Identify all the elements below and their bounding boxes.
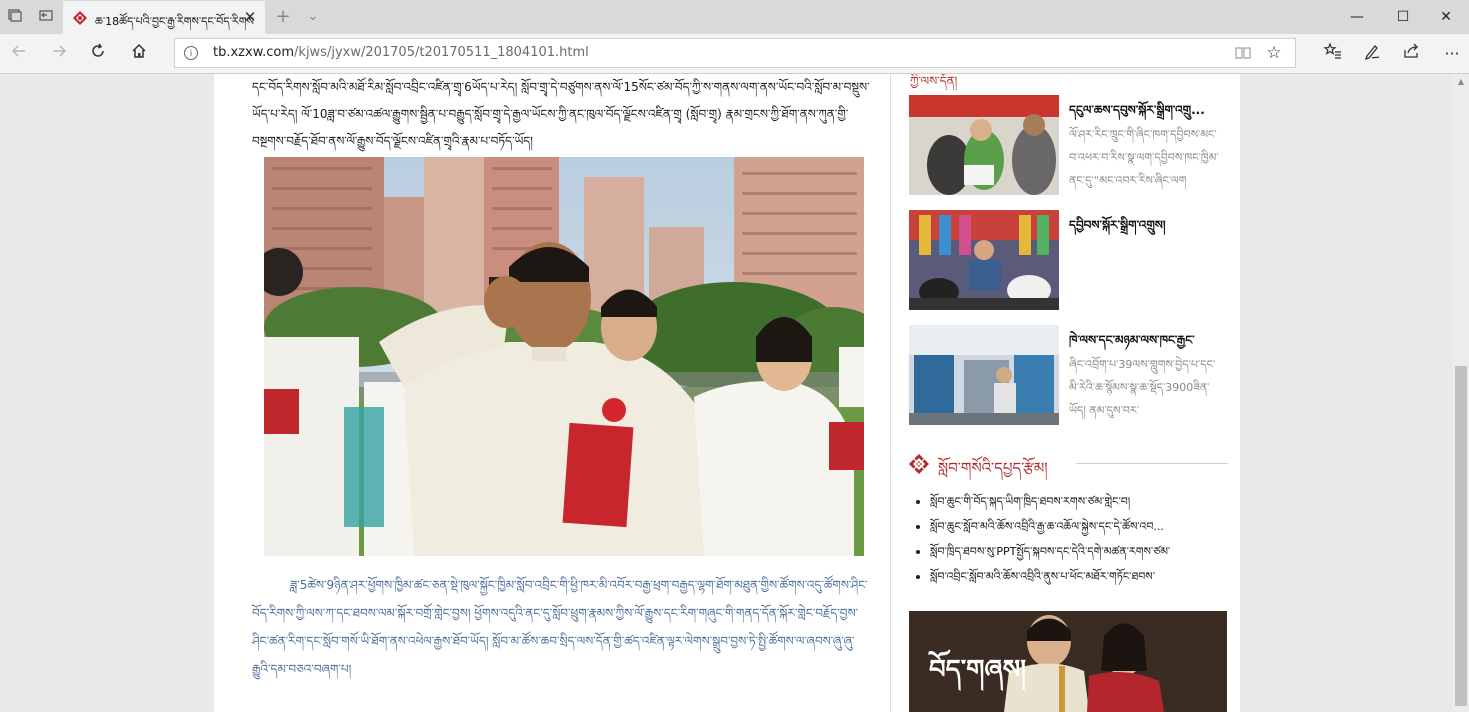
minimize-button[interactable]: — (1334, 0, 1380, 34)
article-photo (264, 157, 864, 556)
endless-knot-icon (908, 453, 930, 475)
promo-banner[interactable]: བོད་གཞས། (909, 611, 1227, 712)
section-rule (1076, 463, 1228, 464)
back-icon[interactable] (7, 42, 31, 66)
share-icon[interactable] (1399, 42, 1423, 66)
section-title[interactable]: སློབ་གསོའི་དཔྱད་རྩོམ། (938, 452, 1048, 494)
scrollbar-thumb[interactable] (1455, 366, 1467, 706)
news-thumbnail[interactable] (909, 95, 1059, 195)
reading-view-icon[interactable] (1235, 45, 1251, 61)
home-icon[interactable] (127, 42, 151, 66)
favorite-star-icon[interactable]: ☆ (1265, 44, 1283, 62)
article-paragraph-top: དང་བོད་རིགས་སློབ་མའི་མཐོ་རིམ་སློབ་འབྲིང་… (252, 80, 870, 148)
close-window-button[interactable]: ✕ (1423, 0, 1469, 34)
navigation-bar: i tb.xzxw.com/kjws/jyxw/201705/t20170511… (0, 34, 1469, 74)
bullet (916, 525, 920, 529)
url-path: /kjws/jyxw/201705/t20170511_1804101.html (294, 45, 589, 60)
news-card-summary: ལོ་ཤར་རིང་ཁྲུང་གི་ཞིང་ཁག་དབྱིབས་མང་བ་འཕར… (1069, 128, 1219, 187)
sidebar-section-title-cut: ཀྱི་ལས་དོན། (910, 74, 958, 88)
url-host: tb.xzxw.com (213, 45, 295, 60)
news-thumbnail[interactable] (909, 210, 1059, 310)
favorites-hub-icon[interactable] (1321, 42, 1345, 66)
bullet (916, 575, 920, 579)
favicon (73, 10, 87, 25)
column-divider (890, 74, 891, 712)
vertical-scrollbar[interactable]: ▲ (1453, 74, 1469, 712)
close-tab-icon[interactable]: ✕ (241, 8, 259, 26)
list-item[interactable]: སློབ་ཁྲིད་ཐབས་སུ་PPTསྤྱོད་སྐབས་དང་དེའི་ད… (916, 540, 1228, 565)
list-item-label[interactable]: སློབ་ཁྲིད་ཐབས་སུ་PPTསྤྱོད་སྐབས་དང་དེའི་ད… (930, 545, 1170, 558)
forward-icon[interactable] (47, 42, 71, 66)
pen-icon[interactable] (1360, 42, 1384, 66)
more-icon[interactable]: ··· (1440, 42, 1464, 66)
bullet (916, 550, 920, 554)
tabs-icon[interactable] (5, 7, 25, 27)
news-card-title[interactable]: དབྱིབས་སྐོར་སྒྲིག་འགྲུས། (1069, 212, 1221, 246)
maximize-button[interactable]: ☐ (1380, 0, 1426, 34)
section-header: སློབ་གསོའི་དཔྱད་རྩོམ། (908, 450, 1228, 477)
scroll-up-icon[interactable]: ▲ (1453, 74, 1469, 90)
list-item-label[interactable]: སློབ་ཆུང་གི་བོད་སྐད་ཡིག་ཁྲིད་ཐབས་རགས་ཙམ་… (930, 495, 1130, 508)
bullet (916, 500, 920, 504)
banner-title: བོད་གཞས། (929, 655, 1027, 685)
list-item[interactable]: སློབ་འབྲིང་སློབ་མའི་ཆོས་འབྲིའི་ནུས་པ་ཕོང… (916, 565, 1228, 590)
article-link-list: སློབ་ཆུང་གི་བོད་སྐད་ཡིག་ཁྲིད་ཐབས་རགས་ཙམ་… (916, 490, 1228, 590)
address-bar[interactable]: i tb.xzxw.com/kjws/jyxw/201705/t20170511… (174, 38, 1296, 68)
list-item[interactable]: སློབ་ཆུང་གི་བོད་སྐད་ཡིག་ཁྲིད་ཐབས་རགས་ཙམ་… (916, 490, 1228, 515)
tab-preview-icon[interactable]: ⌄ (304, 7, 322, 27)
active-tab[interactable]: ཆ་18ཚོད་པའི་བྱང་རྒྱ་རིགས་དང་བོད་རིགས ✕ (63, 1, 265, 34)
list-item-label[interactable]: སློབ་ཆུང་སློབ་མའི་ཆོས་འབྲིའི་རྒྱ་ཆ་འཆོལ་… (930, 520, 1164, 533)
article-paragraph-bottom: ཟླ་5ཚེས་9ཉིན་ཤར་ཕྱོགས་ཁྱིམ་ཚང་ཅན་སྡེ་ཁུལ… (252, 578, 868, 676)
new-tab-icon[interactable]: + (274, 7, 292, 27)
set-aside-icon[interactable] (36, 7, 56, 27)
refresh-icon[interactable] (86, 42, 110, 66)
list-item[interactable]: སློབ་ཆུང་སློབ་མའི་ཆོས་འབྲིའི་རྒྱ་ཆ་འཆོལ་… (916, 515, 1228, 540)
list-item-label[interactable]: སློབ་འབྲིང་སློབ་མའི་ཆོས་འབྲིའི་ནུས་པ་ཕོང… (930, 570, 1155, 583)
news-card-summary: ཞིང་འབྲོག་པ་39ལས་གླུགས་བྱེད་པ་དང་མི་རེའི… (1069, 358, 1216, 417)
info-icon[interactable]: i (184, 46, 198, 60)
url-text[interactable]: tb.xzxw.com/kjws/jyxw/201705/t20170511_1… (213, 45, 589, 60)
news-thumbnail[interactable] (909, 325, 1059, 425)
page-viewport: དང་བོད་རིགས་སློབ་མའི་མཐོ་རིམ་སློབ་འབྲིང་… (0, 74, 1453, 712)
tab-strip: ཆ་18ཚོད་པའི་བྱང་རྒྱ་རིགས་དང་བོད་རིགས ✕ +… (0, 0, 1469, 34)
